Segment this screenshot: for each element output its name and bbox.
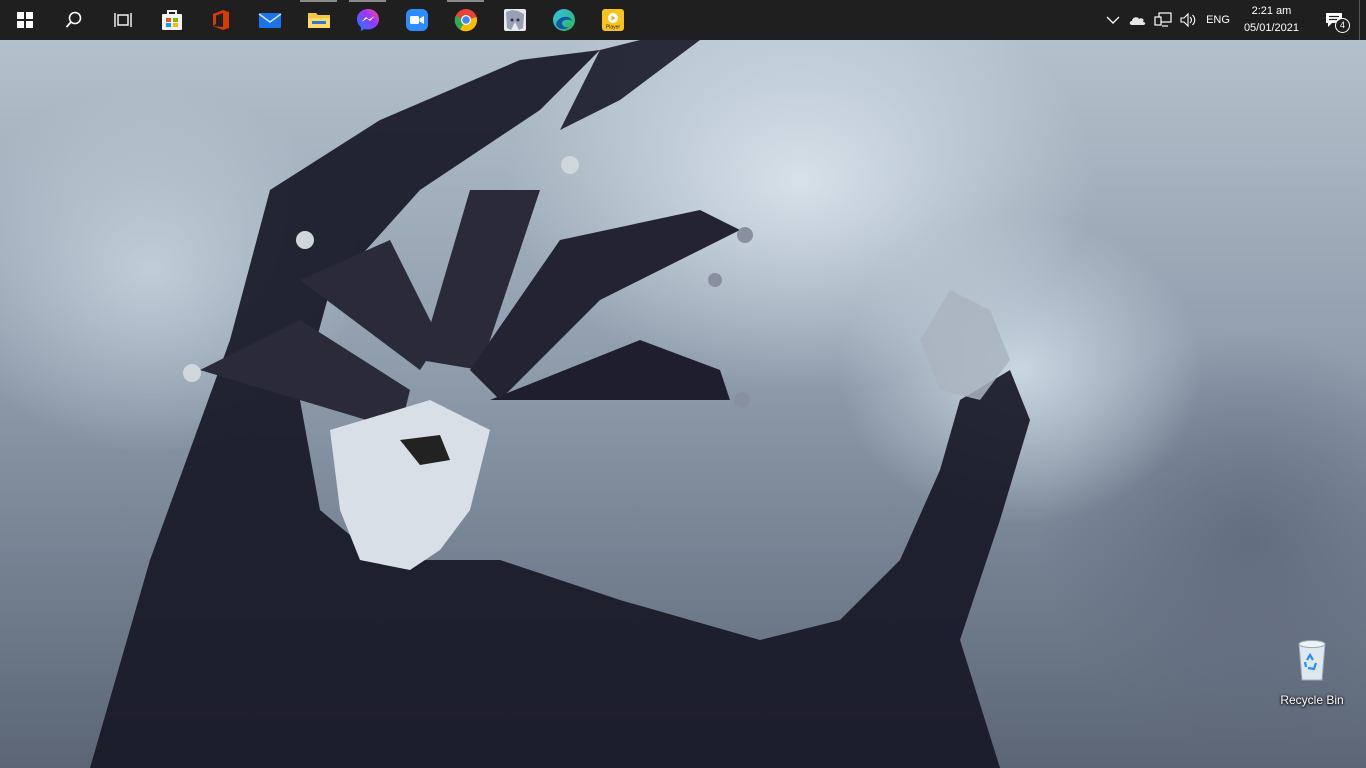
- wallpaper-jester-figure: [90, 40, 1030, 768]
- system-tray: ENG 2:21 am 05/01/2021 4: [1102, 0, 1366, 40]
- chrome-button[interactable]: [441, 0, 490, 40]
- windows-logo-icon: [16, 12, 33, 28]
- task-view-icon: [113, 13, 132, 27]
- office-button[interactable]: [196, 0, 245, 40]
- speaker-icon: [1180, 12, 1196, 28]
- search-button[interactable]: [49, 0, 98, 40]
- anime-icon: [503, 9, 526, 31]
- clock-date: 05/01/2021: [1243, 22, 1299, 34]
- zoom-icon: [405, 9, 428, 31]
- edge-button[interactable]: [539, 0, 588, 40]
- mail-icon: [258, 13, 281, 28]
- folder-icon: [307, 13, 330, 28]
- recycle-bin-label: Recycle Bin: [1280, 693, 1344, 707]
- chrome-icon: [454, 9, 477, 32]
- edge-icon: [552, 9, 575, 31]
- language-indicator[interactable]: ENG: [1202, 0, 1234, 40]
- chevron-up-icon: [1106, 16, 1120, 24]
- task-view-button[interactable]: [98, 0, 147, 40]
- desktop-wallpaper: [0, 40, 1366, 768]
- show-desktop-button[interactable]: [1359, 0, 1366, 40]
- network-icon: [1154, 12, 1172, 27]
- anime-app-button[interactable]: [490, 0, 539, 40]
- start-button[interactable]: [0, 0, 49, 40]
- messenger-button[interactable]: [343, 0, 392, 40]
- microsoft-store-button[interactable]: [147, 0, 196, 40]
- action-center-button[interactable]: 4: [1309, 0, 1359, 40]
- cloud-icon: [1129, 17, 1146, 25]
- mail-button[interactable]: [245, 0, 294, 40]
- file-explorer-button[interactable]: [294, 0, 343, 40]
- onedrive-tray-button[interactable]: [1124, 0, 1150, 40]
- zoom-button[interactable]: [392, 0, 441, 40]
- player-label: Player: [605, 25, 620, 31]
- search-icon: [65, 11, 81, 28]
- notification-count-badge: 4: [1335, 18, 1350, 33]
- clock-time: 2:21 am: [1251, 5, 1292, 17]
- network-tray-button[interactable]: [1150, 0, 1176, 40]
- store-icon: [161, 10, 182, 30]
- player-button[interactable]: Player: [588, 0, 637, 40]
- taskbar: Player ENG 2:21 am 05/01/2021 4: [0, 0, 1366, 40]
- messenger-icon: [356, 9, 379, 31]
- player-icon: Player: [601, 9, 624, 31]
- desktop-icon-recycle-bin[interactable]: Recycle Bin: [1275, 636, 1349, 707]
- volume-tray-button[interactable]: [1176, 0, 1202, 40]
- office-icon: [212, 10, 229, 30]
- recycle-bin-icon: [1298, 640, 1326, 681]
- show-hidden-icons-button[interactable]: [1102, 0, 1124, 40]
- clock-button[interactable]: 2:21 am 05/01/2021: [1234, 3, 1309, 37]
